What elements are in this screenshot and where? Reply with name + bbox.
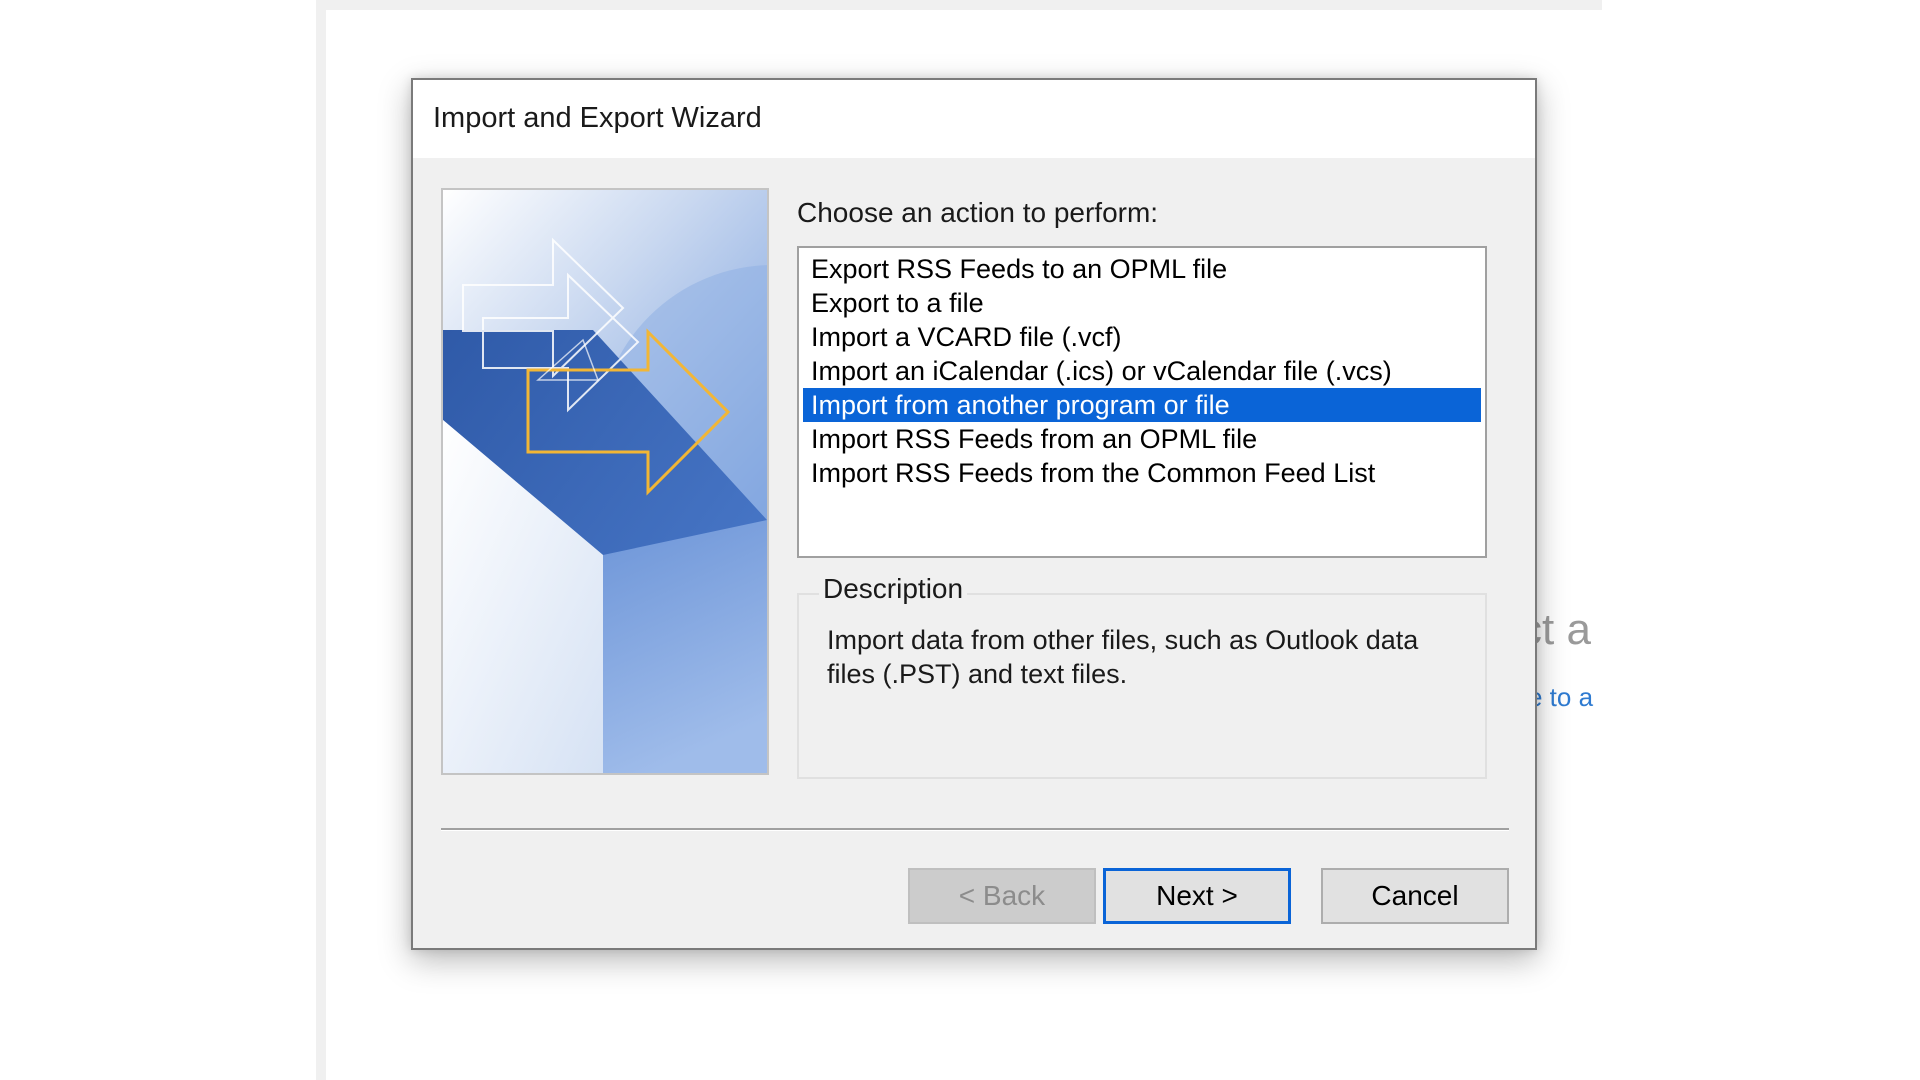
wizard-illustration — [441, 188, 769, 775]
action-item-import-rss-opml[interactable]: Import RSS Feeds from an OPML file — [803, 422, 1481, 456]
action-listbox[interactable]: Export RSS Feeds to an OPML file Export … — [797, 246, 1487, 558]
background-link-fragment[interactable]: e to a — [1528, 682, 1593, 713]
dialog-title: Import and Export Wizard — [433, 102, 762, 134]
next-button[interactable]: Next > — [1103, 868, 1291, 924]
back-button[interactable]: < Back — [908, 868, 1096, 924]
action-item-export-rss-opml[interactable]: Export RSS Feeds to an OPML file — [803, 252, 1481, 286]
action-item-import-vcard[interactable]: Import a VCARD file (.vcf) — [803, 320, 1481, 354]
wizard-arrow-graphic — [443, 190, 767, 773]
action-prompt-label: Choose an action to perform: — [797, 197, 1159, 228]
screen: ct a e to a Import and Export Wizard Cho… — [0, 0, 1920, 1080]
description-groupbox: Description Import data from other files… — [797, 573, 1487, 779]
action-item-import-rss-common-feed[interactable]: Import RSS Feeds from the Common Feed Li… — [803, 456, 1481, 490]
import-export-wizard-dialog: Import and Export Wizard Choose an actio… — [411, 78, 1537, 950]
action-item-import-from-program[interactable]: Import from another program or file — [803, 388, 1481, 422]
cancel-button[interactable]: Cancel — [1321, 868, 1509, 924]
action-item-import-icalendar[interactable]: Import an iCalendar (.ics) or vCalendar … — [803, 354, 1481, 388]
description-legend: Description — [819, 573, 968, 605]
dialog-titlebar[interactable]: Import and Export Wizard — [413, 80, 1535, 158]
description-text: Import data from other files, such as Ou… — [827, 625, 1419, 689]
button-separator — [441, 828, 1509, 831]
action-item-export-to-file[interactable]: Export to a file — [803, 286, 1481, 320]
